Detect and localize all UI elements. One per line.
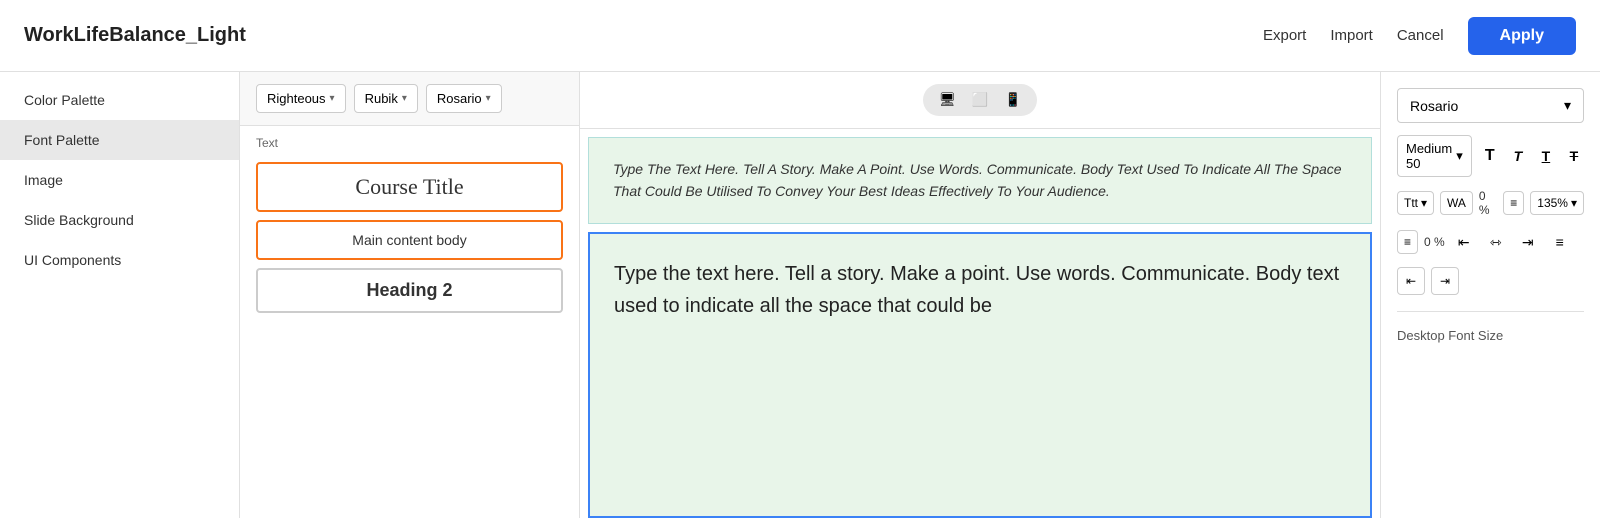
tablet-device-button[interactable]: ⬜ bbox=[964, 88, 997, 112]
chevron-down-icon-3: ▾ bbox=[486, 93, 491, 104]
chevron-down-icon-right: ▾ bbox=[1564, 97, 1571, 114]
indent-icon: ≡ bbox=[1404, 235, 1411, 249]
desktop-font-label: Desktop Font Size bbox=[1397, 328, 1584, 343]
chevron-down-icon-size: ▾ bbox=[1456, 148, 1463, 164]
font-panel: Righteous ▾ Rubik ▾ Rosario ▾ Text bbox=[240, 72, 580, 518]
font-dropdown-3[interactable]: Rosario ▾ bbox=[426, 84, 502, 113]
preview-body-text-box: Type The Text Here. Tell A Story. Make A… bbox=[588, 137, 1372, 224]
font-dropdown-1[interactable]: Righteous ▾ bbox=[256, 84, 346, 113]
font-item-heading2[interactable]: Heading 2 bbox=[256, 268, 563, 313]
main-layout: Color Palette Font Palette Image Slide B… bbox=[0, 72, 1600, 518]
underline-button[interactable]: T bbox=[1536, 142, 1556, 170]
baseline-ctrl[interactable]: Ttt ▾ bbox=[1397, 191, 1434, 215]
line-spacing-icon: ≡ bbox=[1510, 196, 1517, 210]
sidebar: Color Palette Font Palette Image Slide B… bbox=[0, 72, 240, 518]
heading2-preview: Heading 2 bbox=[272, 280, 547, 301]
align-center-button[interactable]: ⇿ bbox=[1483, 229, 1509, 255]
app-title: WorkLifeBalance_Light bbox=[24, 24, 246, 47]
app-container: WorkLifeBalance_Light Export Import Canc… bbox=[0, 0, 1600, 518]
indent-buttons-row: ⇤ ⇥ bbox=[1397, 267, 1584, 295]
chevron-down-icon-1: ▾ bbox=[330, 93, 335, 104]
font-item-course-title[interactable]: Course Title bbox=[256, 162, 563, 212]
preview-body-text: Type The Text Here. Tell A Story. Make A… bbox=[613, 158, 1347, 203]
word-spacing-ctrl[interactable]: WA bbox=[1440, 191, 1473, 215]
decrease-indent-button[interactable]: ⇤ bbox=[1397, 267, 1425, 295]
align-left-button[interactable]: ⇤ bbox=[1451, 229, 1477, 255]
align-right-button[interactable]: ⇥ bbox=[1515, 229, 1541, 255]
font-dropdowns-bar: Righteous ▾ Rubik ▾ Rosario ▾ bbox=[240, 72, 579, 126]
chevron-down-icon-line: ▾ bbox=[1571, 196, 1577, 210]
sidebar-item-ui-components[interactable]: UI Components bbox=[0, 240, 239, 280]
indent-ctrl[interactable]: ≡ bbox=[1397, 230, 1418, 254]
chevron-down-icon-baseline: ▾ bbox=[1421, 196, 1427, 210]
font-items-list: Course Title Main content body Heading 2 bbox=[240, 154, 579, 518]
sidebar-item-color-palette[interactable]: Color Palette bbox=[0, 80, 239, 120]
right-panel: Rosario ▾ Medium 50 ▾ T T T T bbox=[1380, 72, 1600, 518]
desktop-device-button[interactable]: 🖥 bbox=[931, 88, 964, 112]
chevron-down-icon-2: ▾ bbox=[402, 93, 407, 104]
line-spacing-ctrl[interactable]: ≡ bbox=[1503, 191, 1524, 215]
font-dropdown-2[interactable]: Rubik ▾ bbox=[354, 84, 418, 113]
preview-main-text: Type the text here. Tell a story. Make a… bbox=[614, 258, 1346, 322]
export-button[interactable]: Export bbox=[1263, 27, 1306, 44]
indent-val: 0 % bbox=[1424, 235, 1445, 249]
course-title-preview: Course Title bbox=[272, 174, 547, 200]
line-spacing-val-ctrl[interactable]: 135% ▾ bbox=[1530, 191, 1584, 215]
bold-button[interactable]: T bbox=[1480, 142, 1500, 170]
right-font-dropdown[interactable]: Rosario ▾ bbox=[1397, 88, 1584, 123]
font-item-main-body[interactable]: Main content body bbox=[256, 220, 563, 260]
strikethrough-button[interactable]: T bbox=[1564, 142, 1584, 170]
sidebar-item-slide-background[interactable]: Slide Background bbox=[0, 200, 239, 240]
header-actions: Export Import Cancel Apply bbox=[1263, 17, 1576, 55]
main-body-preview: Main content body bbox=[272, 232, 547, 248]
italic-button[interactable]: T bbox=[1508, 142, 1528, 170]
size-dropdown[interactable]: Medium 50 ▾ bbox=[1397, 135, 1472, 177]
header: WorkLifeBalance_Light Export Import Canc… bbox=[0, 0, 1600, 72]
word-spacing-val: 0 % bbox=[1479, 189, 1497, 217]
sidebar-item-font-palette[interactable]: Font Palette bbox=[0, 120, 239, 160]
baseline-row: Ttt ▾ WA 0 % ≡ 135% ▾ bbox=[1397, 189, 1584, 217]
tablet-icon: ⬜ bbox=[972, 92, 989, 108]
increase-indent-button[interactable]: ⇥ bbox=[1431, 267, 1459, 295]
preview-content: Type The Text Here. Tell A Story. Make A… bbox=[580, 129, 1380, 518]
mobile-icon: 📱 bbox=[1004, 92, 1021, 108]
preview-main-box: Type the text here. Tell a story. Make a… bbox=[588, 232, 1372, 518]
import-button[interactable]: Import bbox=[1330, 27, 1373, 44]
align-justify-button[interactable]: ≡ bbox=[1547, 229, 1573, 255]
indent-align-row: ≡ 0 % ⇤ ⇿ ⇥ ≡ bbox=[1397, 229, 1584, 255]
size-format-row: Medium 50 ▾ T T T T bbox=[1397, 135, 1584, 177]
divider bbox=[1397, 311, 1584, 312]
desktop-icon: 🖥 bbox=[939, 92, 956, 108]
device-toggle-group: 🖥 ⬜ 📱 bbox=[923, 84, 1037, 116]
preview-area: 🖥 ⬜ 📱 Type The Text Here. Tell A Story. … bbox=[580, 72, 1380, 518]
sidebar-item-image[interactable]: Image bbox=[0, 160, 239, 200]
font-text-label: Text bbox=[240, 126, 579, 154]
apply-button[interactable]: Apply bbox=[1468, 17, 1576, 55]
device-toolbar: 🖥 ⬜ 📱 bbox=[580, 72, 1380, 129]
cancel-button[interactable]: Cancel bbox=[1397, 27, 1444, 44]
content-area: Righteous ▾ Rubik ▾ Rosario ▾ Text bbox=[240, 72, 1600, 518]
mobile-device-button[interactable]: 📱 bbox=[996, 88, 1029, 112]
